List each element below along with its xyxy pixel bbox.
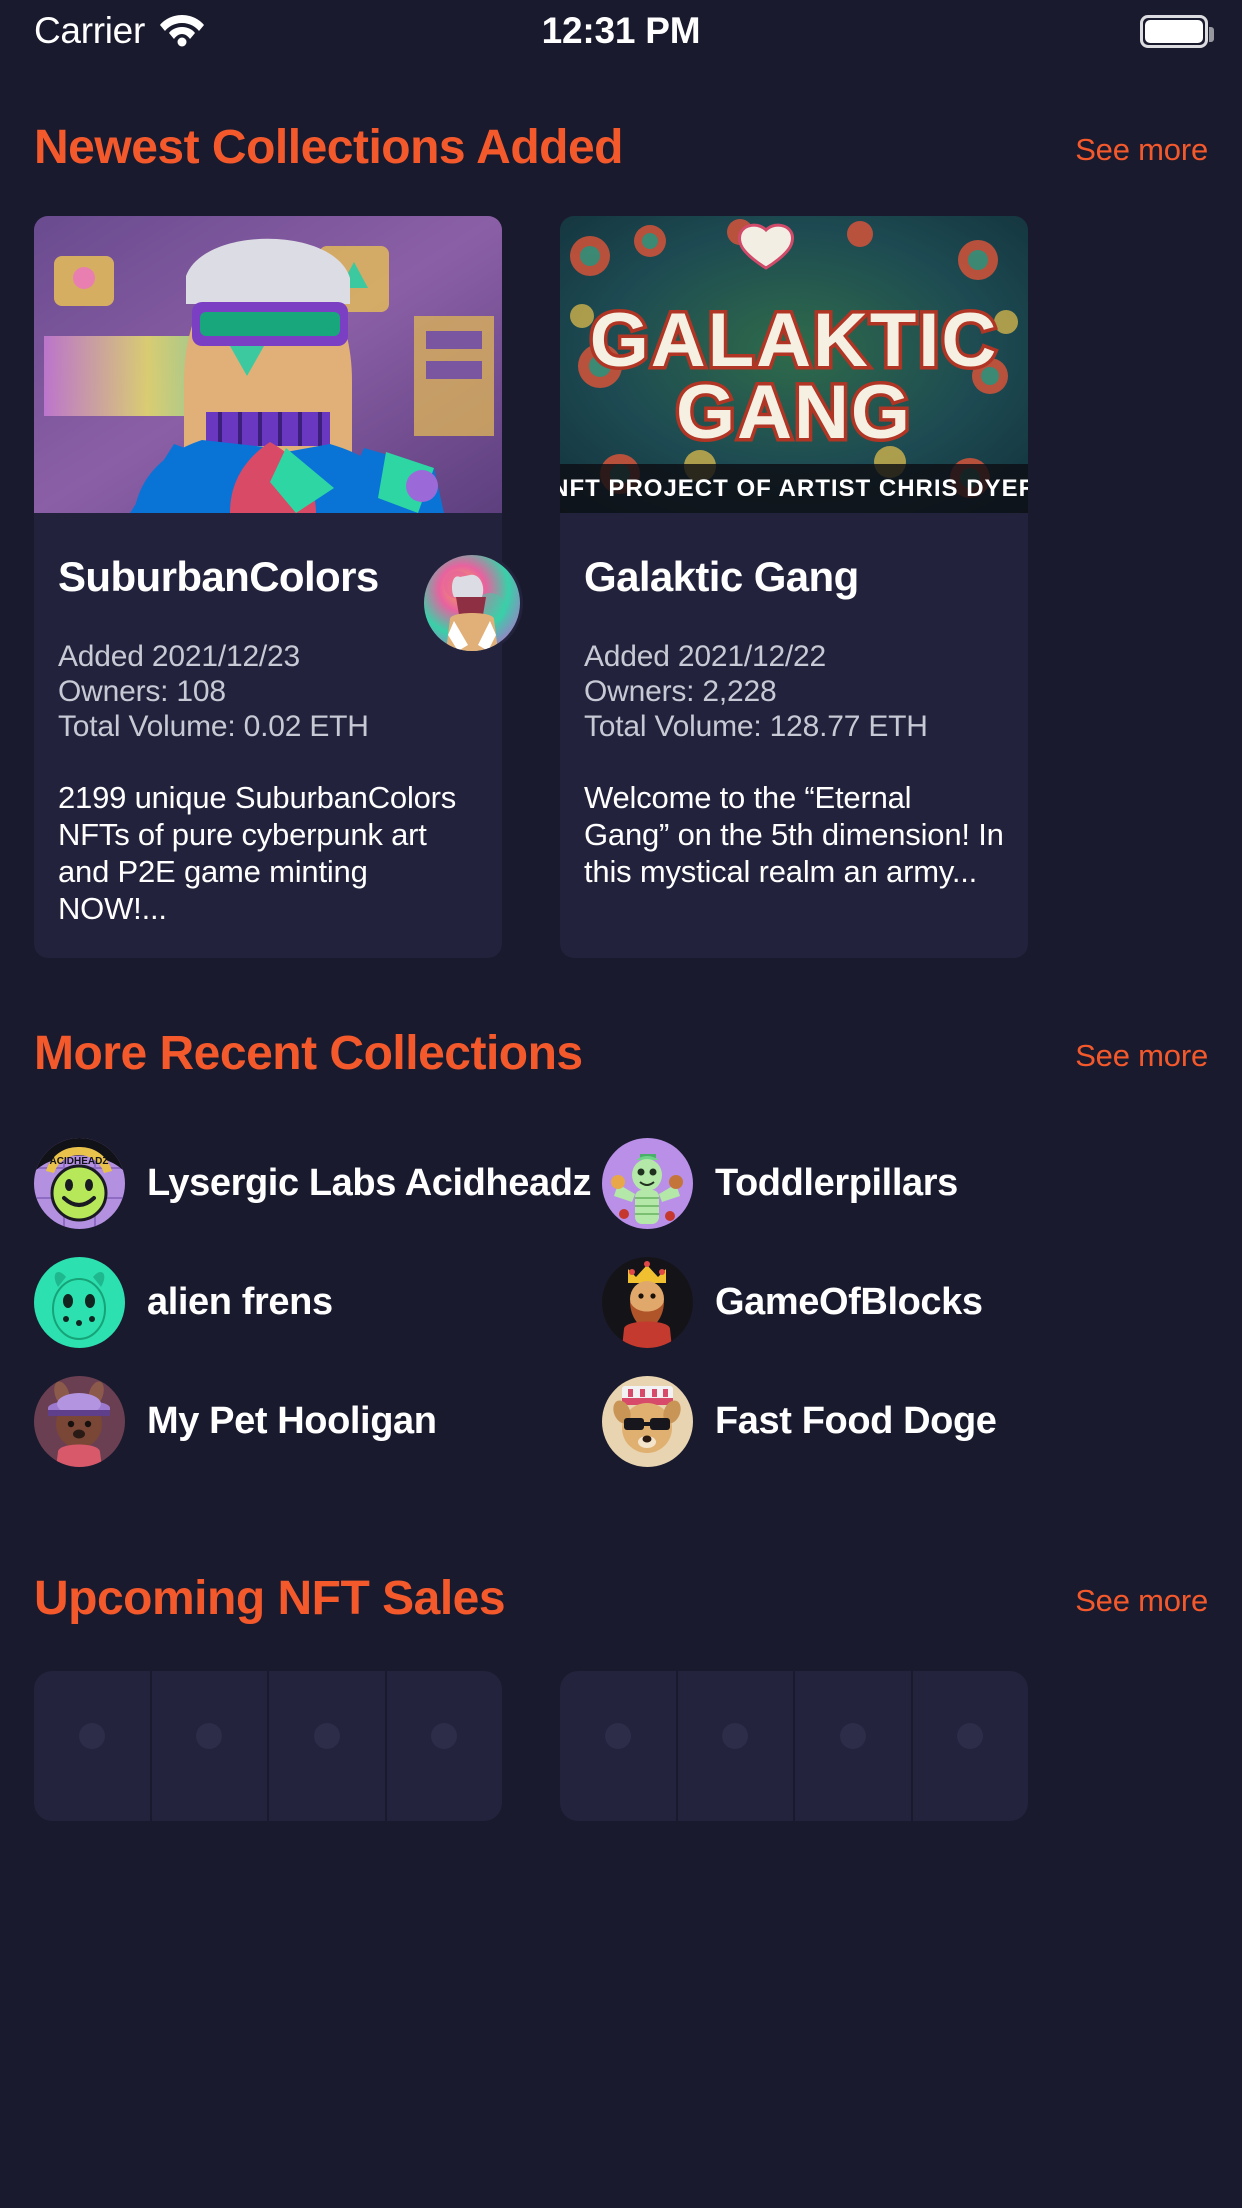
placeholder-dot-icon xyxy=(196,1722,223,1749)
newest-collections-carousel[interactable]: SuburbanColors Added 2021/12/23 Owners: … xyxy=(0,216,1242,958)
svg-text:NFT PROJECT OF ARTIST CHRIS DY: NFT PROJECT OF ARTIST CHRIS DYER xyxy=(560,475,1028,502)
list-item[interactable]: My Pet Hooligan xyxy=(34,1362,602,1481)
collection-volume: Total Volume: 128.77 ETH xyxy=(584,710,928,744)
sale-cell xyxy=(34,1670,152,1821)
sale-cell xyxy=(678,1670,795,1821)
sale-card-placeholder[interactable] xyxy=(34,1670,503,1821)
sale-card-placeholder[interactable] xyxy=(560,1670,1029,1821)
list-item-label: My Pet Hooligan xyxy=(147,1399,437,1442)
alien-frens-avatar xyxy=(34,1256,125,1348)
sale-cell xyxy=(152,1670,269,1821)
my-pet-hooligan-avatar xyxy=(34,1375,125,1467)
collection-description: Welcome to the “Eternal Gang” on the 5th… xyxy=(584,780,1004,890)
collection-cover-image: GALAKTIC GANG NFT PROJECT OF ARTIST CHRI… xyxy=(560,216,1028,513)
carrier-label: Carrier xyxy=(34,10,145,51)
gameofblocks-avatar xyxy=(602,1256,693,1348)
battery-full-icon xyxy=(1140,14,1214,48)
list-item-label: Lysergic Labs Acidheadz xyxy=(147,1161,592,1204)
recent-collections-grid: ACIDHEADZ Lysergic Labs Acidheadz Toddle… xyxy=(0,1124,1242,1481)
placeholder-dot-icon xyxy=(957,1722,984,1749)
list-item[interactable]: Fast Food Doge xyxy=(602,1362,1170,1481)
newest-section-header: Newest Collections Added See more xyxy=(0,124,1242,172)
sale-cell xyxy=(560,1670,678,1821)
toddlerpillars-avatar xyxy=(602,1137,693,1229)
collection-card-body: SuburbanColors Added 2021/12/23 Owners: … xyxy=(34,513,520,958)
recent-collections-section: More Recent Collections See more ACIDHEA… xyxy=(0,1026,1242,1481)
page-title: Newest Collections Added xyxy=(34,121,623,174)
upcoming-section-header: Upcoming NFT Sales See more xyxy=(0,1571,1242,1625)
upcoming-sales-section: Upcoming NFT Sales See more xyxy=(0,1571,1242,1821)
collection-stats: Added 2021/12/23 Owners: 108 Total Volum… xyxy=(58,639,478,744)
status-bar-left: Carrier xyxy=(34,10,205,52)
collection-volume: Total Volume: 0.02 ETH xyxy=(58,710,369,744)
collection-added: Added 2021/12/23 xyxy=(58,640,301,674)
list-item-label: alien frens xyxy=(147,1280,333,1323)
see-more-recent[interactable]: See more xyxy=(1075,1038,1208,1078)
acidheadz-avatar: ACIDHEADZ xyxy=(34,1137,125,1229)
collection-avatar[interactable] xyxy=(424,555,520,651)
list-item-label: Toddlerpillars xyxy=(715,1161,958,1204)
sale-cell xyxy=(387,1671,503,1821)
newest-collections-section: Newest Collections Added See more Suburb… xyxy=(0,124,1242,958)
placeholder-dot-icon xyxy=(839,1722,866,1749)
collection-added: Added 2021/12/22 xyxy=(584,640,827,674)
see-more-newest[interactable]: See more xyxy=(1075,132,1208,172)
wifi-icon xyxy=(159,11,205,52)
collection-description: 2199 unique SuburbanColors NFTs of pure … xyxy=(58,780,457,926)
placeholder-dot-icon xyxy=(431,1722,458,1749)
placeholder-dot-icon xyxy=(604,1722,631,1749)
collection-owners: Owners: 2,228 xyxy=(584,675,777,709)
list-item[interactable]: alien frens xyxy=(34,1243,602,1362)
placeholder-dot-icon xyxy=(78,1722,105,1749)
upcoming-sales-carousel[interactable] xyxy=(0,1670,1242,1821)
list-item-label: GameOfBlocks xyxy=(715,1280,983,1323)
placeholder-dot-icon xyxy=(313,1722,340,1749)
list-item-label: Fast Food Doge xyxy=(715,1399,997,1442)
section-title-recent: More Recent Collections xyxy=(34,1026,583,1080)
fast-food-doge-avatar xyxy=(602,1375,693,1467)
sale-cell xyxy=(795,1670,913,1821)
status-bar-right xyxy=(1140,14,1214,48)
placeholder-dot-icon xyxy=(722,1722,749,1749)
section-title-upcoming: Upcoming NFT Sales xyxy=(34,1571,506,1625)
collection-stats: Added 2021/12/22 Owners: 2,228 Total Vol… xyxy=(584,639,1004,744)
collection-card[interactable]: GALAKTIC GANG NFT PROJECT OF ARTIST CHRI… xyxy=(560,216,1028,958)
list-item[interactable]: ACIDHEADZ Lysergic Labs Acidheadz xyxy=(34,1124,602,1243)
status-bar: Carrier 12:31 PM xyxy=(0,0,1242,62)
list-item[interactable]: Toddlerpillars xyxy=(602,1124,1170,1243)
collection-card-body: Galaktic Gang Added 2021/12/22 Owners: 2… xyxy=(560,513,1028,921)
collection-owners: Owners: 108 xyxy=(58,675,226,709)
sale-cell xyxy=(913,1671,1029,1821)
svg-text:GANG: GANG xyxy=(676,370,912,455)
collection-card[interactable]: SuburbanColors Added 2021/12/23 Owners: … xyxy=(34,216,520,958)
collection-cover-image xyxy=(34,216,502,513)
list-item[interactable]: GameOfBlocks xyxy=(602,1243,1170,1362)
collection-name: Galaktic Gang xyxy=(584,553,859,600)
sale-cell xyxy=(269,1670,387,1821)
collection-name: SuburbanColors xyxy=(58,553,379,600)
see-more-upcoming[interactable]: See more xyxy=(1075,1583,1208,1623)
recent-section-header: More Recent Collections See more xyxy=(0,1026,1242,1080)
